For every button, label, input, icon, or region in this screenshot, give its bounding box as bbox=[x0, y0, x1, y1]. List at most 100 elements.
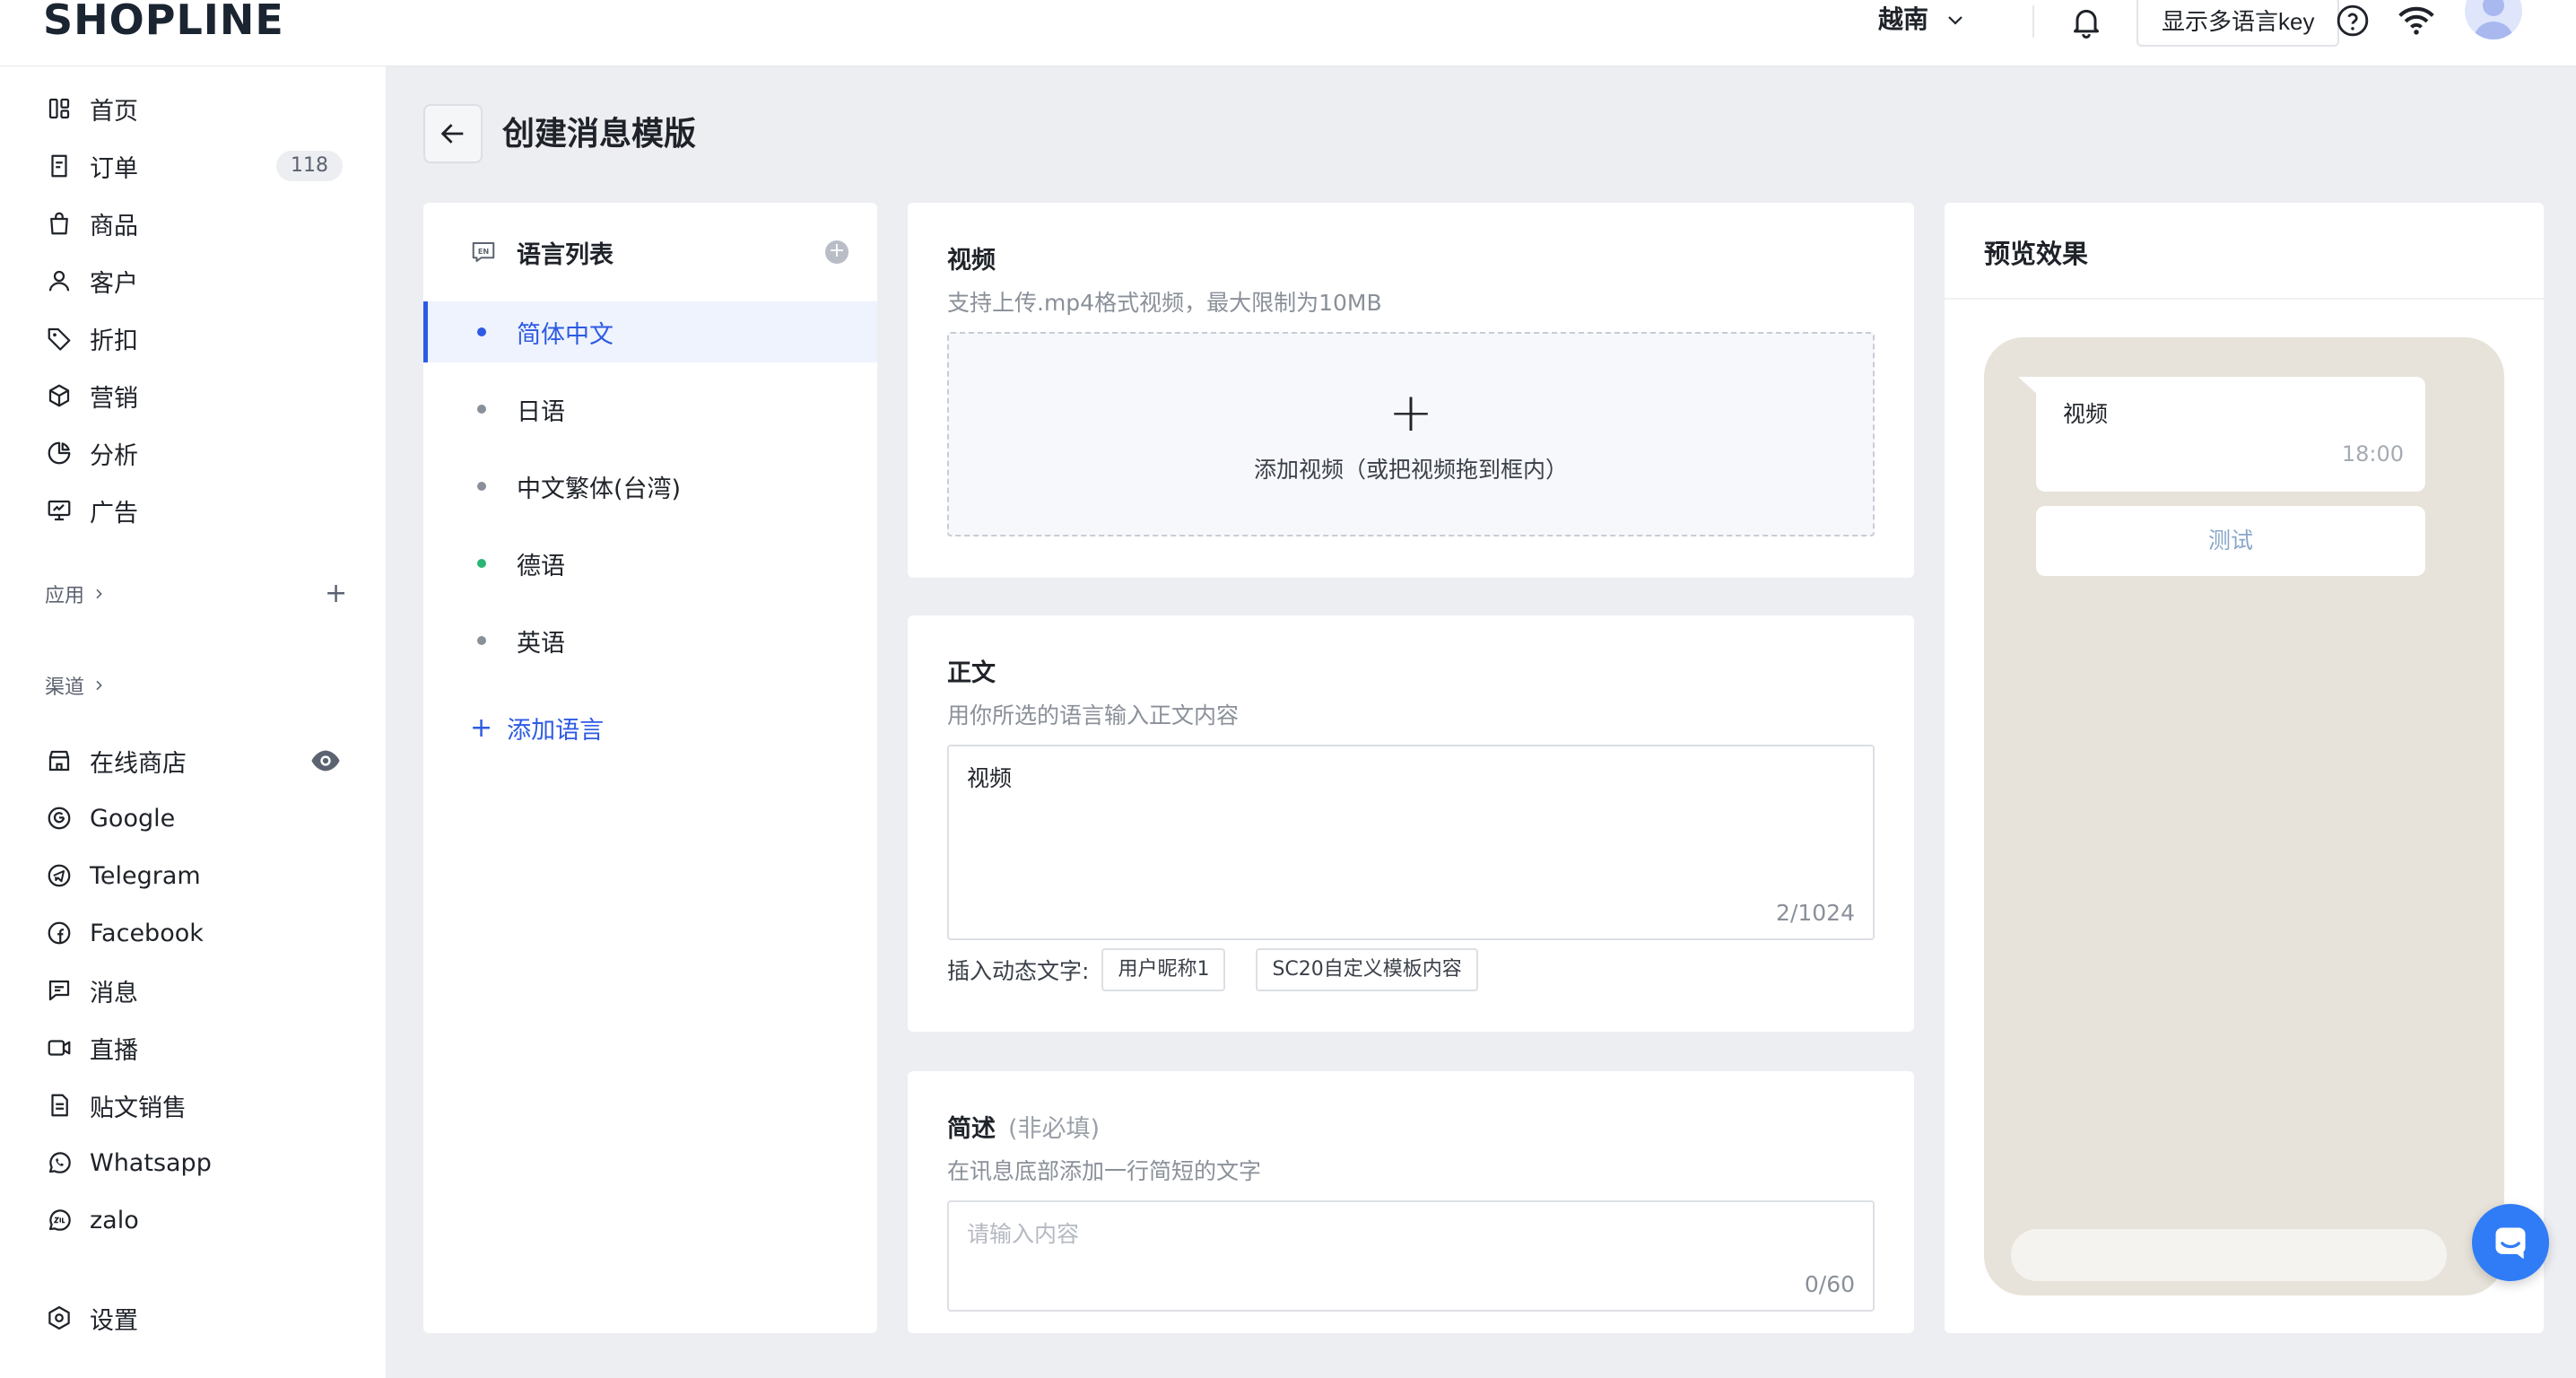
insert-dynamic-text-row: 插入动态文字: 用户昵称1 SC20自定义模板内容 bbox=[947, 947, 1478, 992]
message-text: 视频 bbox=[2063, 401, 2109, 427]
add-language-label: 添加语言 bbox=[507, 716, 605, 745]
summary-char-counter: 0/60 bbox=[1804, 1271, 1855, 1297]
plus-icon: + bbox=[470, 711, 493, 744]
sidebar-item-google[interactable]: Google bbox=[45, 796, 350, 841]
summary-input[interactable]: 请输入内容 0/60 bbox=[947, 1200, 1875, 1312]
body-section-description: 用你所选的语言输入正文内容 bbox=[947, 702, 1240, 728]
language-item-traditional-chinese[interactable]: 中文繁体(台湾) bbox=[423, 456, 877, 517]
add-app-plus-icon[interactable]: + bbox=[325, 576, 347, 612]
sidebar-item-ads[interactable]: 广告 bbox=[45, 488, 350, 533]
dashboard-icon bbox=[45, 94, 74, 123]
zalo-icon bbox=[45, 1206, 74, 1234]
channels-section-toggle[interactable]: 渠道 bbox=[45, 667, 106, 703]
chat-support-button[interactable] bbox=[2472, 1204, 2549, 1281]
language-item-japanese[interactable]: 日语 bbox=[423, 379, 877, 440]
post-icon bbox=[45, 1091, 74, 1120]
sidebar-item-zalo[interactable]: zalo bbox=[45, 1198, 350, 1243]
region-selector[interactable]: 越南 bbox=[1878, 0, 1966, 39]
language-status-dot bbox=[477, 405, 486, 414]
video-section-title: 视频 bbox=[947, 247, 996, 275]
video-section-card: 视频 支持上传.mp4格式视频，最大限制为10MB + 添加视频（或把视频拖到框… bbox=[908, 203, 1914, 578]
help-icon[interactable] bbox=[2336, 4, 2370, 38]
add-language-circle-icon[interactable]: + bbox=[825, 240, 849, 264]
back-button[interactable] bbox=[423, 104, 483, 163]
sidebar-item-customers[interactable]: 客户 bbox=[45, 258, 350, 303]
arrow-left-icon bbox=[440, 124, 464, 144]
language-list-title: 语言列表 bbox=[517, 240, 614, 269]
sidebar-item-discounts[interactable]: 折扣 bbox=[45, 316, 350, 361]
sidebar-item-telegram[interactable]: Telegram bbox=[45, 853, 350, 898]
language-icon: EN bbox=[472, 242, 495, 262]
sidebar-item-label: 消息 bbox=[90, 979, 138, 1007]
sidebar-item-label: 广告 bbox=[90, 499, 138, 528]
video-camera-icon bbox=[45, 1034, 74, 1062]
region-label: 越南 bbox=[1878, 4, 1929, 34]
sidebar-item-products[interactable]: 商品 bbox=[45, 201, 350, 246]
sidebar-item-label: 折扣 bbox=[90, 327, 138, 355]
sidebar-item-online-store[interactable]: 在线商店 bbox=[45, 738, 350, 783]
sidebar-item-label: 贴文销售 bbox=[90, 1094, 187, 1122]
sidebar-item-whatsapp[interactable]: Whatsapp bbox=[45, 1140, 350, 1185]
sidebar: 首页 订单 118 商品 客户 折扣 营销 分析 广告 应用 + 渠道 在线商店 bbox=[0, 66, 386, 1378]
preview-divider bbox=[1945, 298, 2544, 300]
sidebar-item-messages[interactable]: 消息 bbox=[45, 968, 350, 1013]
preview-panel: 预览效果 视频 18:00 测试 bbox=[1945, 203, 2544, 1333]
apps-section-toggle[interactable]: 应用 bbox=[45, 576, 106, 612]
sidebar-item-label: 直播 bbox=[90, 1036, 138, 1065]
language-item-label: 日语 bbox=[517, 397, 565, 426]
language-item-label: 英语 bbox=[517, 629, 565, 658]
dynamic-tag-custom-content[interactable]: SC20自定义模板内容 bbox=[1256, 948, 1478, 991]
bell-icon[interactable] bbox=[2068, 4, 2104, 39]
cube-icon bbox=[45, 381, 74, 410]
orders-count-badge: 118 bbox=[276, 151, 343, 181]
phone-mockup: 视频 18:00 测试 bbox=[1984, 337, 2504, 1295]
sidebar-item-facebook[interactable]: Facebook bbox=[45, 911, 350, 955]
shopline-logo[interactable]: SHOPLINE bbox=[43, 0, 284, 40]
sidebar-item-label: Whatsapp bbox=[90, 1148, 212, 1177]
channels-section-label: 渠道 bbox=[45, 676, 85, 699]
sidebar-item-orders[interactable]: 订单 118 bbox=[45, 144, 350, 188]
language-status-dot bbox=[477, 559, 486, 568]
sidebar-item-label: 营销 bbox=[90, 384, 138, 413]
top-bar: SHOPLINE 越南 显示多语言key bbox=[0, 0, 2576, 66]
add-language-button[interactable]: + 添加语言 bbox=[470, 705, 604, 750]
message-bubble-tail bbox=[2018, 377, 2038, 395]
user-avatar[interactable] bbox=[2465, 0, 2522, 39]
sidebar-item-home[interactable]: 首页 bbox=[45, 86, 350, 131]
message-bubble: 视频 18:00 bbox=[2036, 377, 2425, 492]
show-lang-key-button[interactable]: 显示多语言key bbox=[2137, 0, 2340, 47]
settings-icon bbox=[45, 1304, 74, 1332]
language-status-dot bbox=[477, 327, 486, 336]
body-section-card: 正文 用你所选的语言输入正文内容 视频 2/1024 插入动态文字: 用户昵称1… bbox=[908, 615, 1914, 1032]
language-item-label: 德语 bbox=[517, 552, 565, 580]
pie-chart-icon bbox=[45, 439, 74, 467]
body-char-counter: 2/1024 bbox=[1776, 900, 1855, 926]
language-item-english[interactable]: 英语 bbox=[423, 610, 877, 671]
upload-video-label: 添加视频（或把视频拖到框内） bbox=[1253, 457, 1568, 483]
language-item-german[interactable]: 德语 bbox=[423, 533, 877, 594]
sidebar-item-post-sales[interactable]: 贴文销售 bbox=[45, 1083, 350, 1128]
bag-icon bbox=[45, 209, 74, 238]
sidebar-item-live[interactable]: 直播 bbox=[45, 1025, 350, 1070]
telegram-icon bbox=[45, 861, 74, 890]
sidebar-item-analytics[interactable]: 分析 bbox=[45, 431, 350, 475]
video-upload-dropzone[interactable]: + 添加视频（或把视频拖到框内） bbox=[947, 332, 1875, 536]
language-item-label: 中文繁体(台湾) bbox=[517, 475, 682, 503]
language-item-simplified-chinese[interactable]: 简体中文 bbox=[423, 301, 877, 362]
summary-section-title: 简述 (非必填) bbox=[947, 1109, 1100, 1144]
dynamic-tag-nickname[interactable]: 用户昵称1 bbox=[1101, 948, 1226, 991]
preview-action-button[interactable]: 测试 bbox=[2036, 506, 2425, 576]
page-title: 创建消息模版 bbox=[502, 116, 697, 153]
body-section-title: 正文 bbox=[947, 659, 996, 687]
summary-section-card: 简述 (非必填) 在讯息底部添加一行简短的文字 请输入内容 0/60 bbox=[908, 1071, 1914, 1333]
sidebar-item-settings[interactable]: 设置 bbox=[45, 1295, 350, 1340]
apps-section-label: 应用 bbox=[45, 585, 85, 607]
sidebar-item-marketing[interactable]: 营销 bbox=[45, 373, 350, 418]
message-time: 18:00 bbox=[2341, 441, 2404, 467]
insert-dynamic-text-label: 插入动态文字: bbox=[947, 958, 1090, 984]
chevron-down-icon bbox=[1948, 16, 1962, 25]
eye-icon[interactable] bbox=[310, 747, 341, 774]
body-textarea[interactable]: 视频 2/1024 bbox=[947, 745, 1875, 940]
chevron-right-icon bbox=[96, 589, 102, 599]
wifi-icon[interactable] bbox=[2397, 4, 2436, 38]
